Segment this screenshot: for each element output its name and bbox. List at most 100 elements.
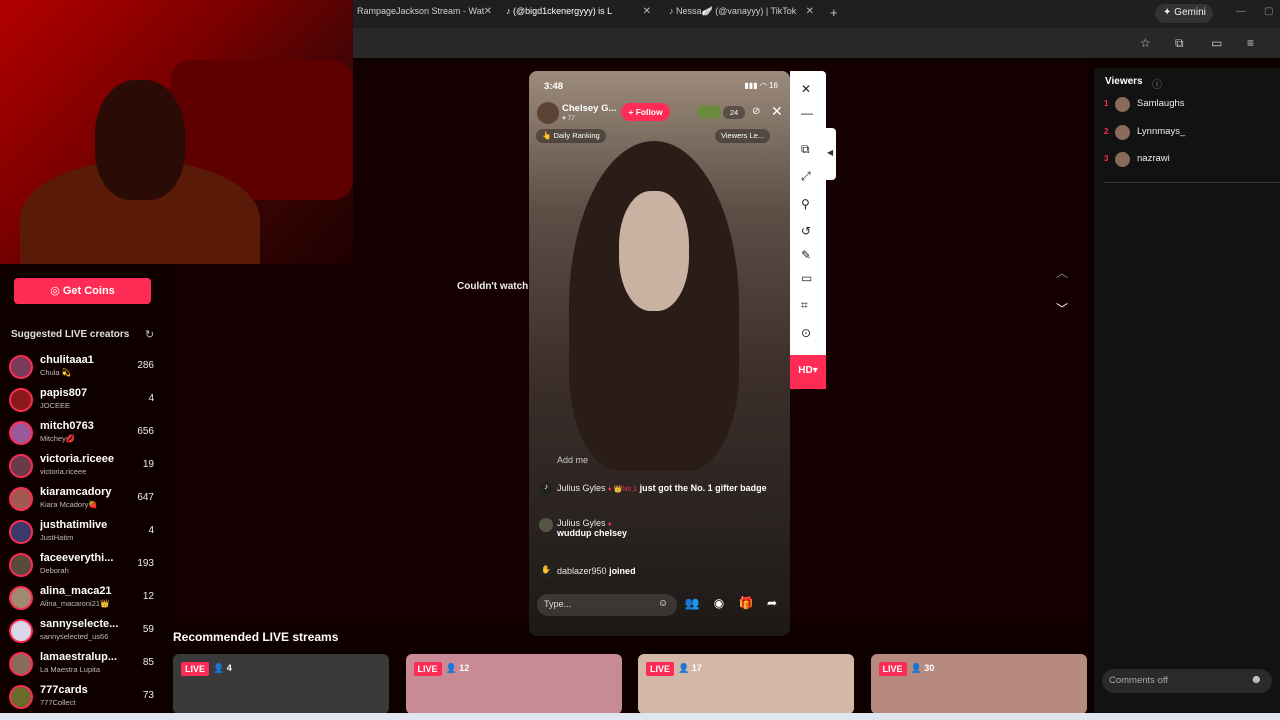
phone-time: 3:48	[544, 81, 564, 92]
pen-icon[interactable]: ✎	[801, 248, 811, 262]
chat-add-me: Add me	[557, 455, 589, 465]
extensions-icon[interactable]: ⧉	[1175, 36, 1184, 51]
tab-tiktok-live[interactable]: ♪ (@bigd1ckenergyyy) is L ✕	[506, 6, 651, 24]
creator-name: justhatimlive	[40, 519, 108, 531]
tiktok-icon: ♪	[539, 482, 553, 496]
suggested-creator[interactable]: mitch0763 Mitchey💋 656	[9, 419, 159, 449]
host-name[interactable]: Chelsey G...	[562, 103, 616, 114]
creator-subtitle: Chula 💫	[40, 368, 72, 377]
host-avatar[interactable]	[537, 102, 559, 124]
phone-status: ▮▮▮ ◠ 16	[744, 81, 778, 90]
top-viewers-avatars[interactable]	[697, 105, 725, 119]
gifter-badge: ♦	[608, 521, 612, 528]
recommended-stream-card[interactable]: LIVE 👤 12	[405, 654, 622, 714]
pip-icon[interactable]: ⧉	[801, 142, 810, 157]
minimize-icon[interactable]: —	[1236, 6, 1246, 17]
help-icon[interactable]: ⓘ	[1152, 76, 1162, 91]
chat-input[interactable]: Type...	[537, 594, 677, 616]
chevron-up-icon[interactable]: ︿	[1056, 264, 1068, 281]
wave-icon: ✋	[539, 565, 553, 579]
suggested-creator[interactable]: chulitaaa1 Chula 💫 286	[9, 353, 159, 383]
chevron-down-icon[interactable]: ﹀	[1056, 300, 1068, 317]
suggested-creator[interactable]: victoria.riceee victoria.riceee 19	[9, 452, 159, 482]
get-coins-label: Get Coins	[62, 285, 115, 297]
close-icon[interactable]: ✕	[771, 103, 783, 120]
creator-viewer-count: 4	[148, 393, 154, 404]
emoji-icon[interactable]: ☺	[658, 598, 668, 609]
recommended-stream-card[interactable]: LIVE 👤 4	[173, 654, 389, 714]
suggested-creator[interactable]: justhatimlive JustHatim 4	[9, 518, 159, 548]
tiktok-icon: ♪	[506, 6, 514, 16]
gemini-button[interactable]: ✦ Gemini	[1155, 4, 1213, 23]
live-badge: LIVE	[646, 662, 675, 676]
share-icon[interactable]: ➦	[763, 596, 781, 614]
creator-viewer-count: 193	[137, 558, 154, 569]
star-icon[interactable]: ☆	[1140, 36, 1151, 50]
sidepanel-icon[interactable]: ▭	[1211, 36, 1222, 50]
viewers-leaderboard-badge[interactable]: Viewers Le...	[715, 129, 771, 143]
creator-avatar	[9, 388, 33, 412]
close-icon[interactable]: ✕	[801, 82, 811, 96]
tab-rampagejackson[interactable]: RampageJackson Stream - Wat ✕	[357, 6, 492, 24]
suggested-creator[interactable]: alina_maca21 Alina_macaroni21👑 12	[9, 584, 159, 614]
host-likes: ♥ 77	[562, 115, 575, 122]
battery-level: 16	[769, 81, 778, 90]
hd-button[interactable]: HD▾	[790, 355, 826, 389]
collapse-handle[interactable]: ◀	[824, 128, 836, 180]
coin-gift-icon[interactable]: ◉	[710, 596, 728, 614]
creator-subtitle: Deborah	[40, 566, 69, 575]
suggested-creator[interactable]: sannyselecte... sannyselected_us66 59	[9, 617, 159, 647]
chat-text: wuddup chelsey	[557, 528, 628, 538]
expand-icon[interactable]: ⤢	[801, 169, 811, 184]
daily-ranking-badge[interactable]: 👆 Daily Ranking	[536, 129, 606, 143]
live-badge: LIVE	[878, 662, 907, 676]
viewer-name: nazrawi	[1137, 153, 1170, 164]
get-coins-button[interactable]: ◎ Get Coins	[14, 278, 151, 304]
chat-user: Julius Gyles	[557, 483, 606, 493]
close-icon[interactable]: ✕	[643, 6, 651, 17]
suggested-creator[interactable]: faceeverythi... Deborah 193	[9, 551, 159, 581]
gift-icon[interactable]: 🎁	[737, 596, 755, 614]
creator-name: 777cards	[40, 684, 88, 696]
follow-button[interactable]: + Follow	[621, 103, 670, 121]
refresh-icon[interactable]: ↻	[145, 328, 154, 341]
creator-subtitle: JOCEEE	[40, 401, 71, 410]
crop-icon[interactable]: ⌗	[801, 298, 808, 313]
emoji-icon[interactable]: ☻	[1250, 672, 1263, 686]
suggested-creator[interactable]: lamaestralup... La Maestra Lupita 85	[9, 650, 159, 680]
chat-user: dablazer950	[557, 566, 607, 576]
new-tab-button[interactable]: +	[830, 5, 838, 20]
recommended-stream-card[interactable]: LIVE 👤 30	[870, 654, 1087, 714]
chat-message: Julius Gyles ♦ 👑No.1 just got the No. 1 …	[557, 483, 767, 493]
maximize-icon[interactable]: ▢	[1264, 6, 1273, 17]
tab-nessa[interactable]: ♪ Nessa🪽 (@vanayyy) | TikTok ✕	[669, 6, 814, 24]
close-icon[interactable]: ✕	[806, 6, 814, 17]
suggested-creator[interactable]: 777cards 777Collect 73	[9, 683, 159, 713]
recommended-stream-card[interactable]: LIVE 👤 17	[638, 654, 854, 714]
viewer-name: Samlaughs	[1137, 98, 1185, 109]
rotate-icon[interactable]: ↺	[801, 224, 811, 238]
divider	[1104, 182, 1280, 183]
viewer-rank: 1	[1104, 99, 1109, 108]
viewer-avatar	[1115, 97, 1130, 112]
suggested-creator[interactable]: papis807 JOCEEE 4	[9, 386, 159, 416]
target-icon[interactable]: ⊙	[801, 326, 811, 340]
creator-subtitle: JustHatim	[40, 533, 74, 542]
suggested-creator[interactable]: kiaramcadory Kiara Mcadory🍓 647	[9, 485, 159, 515]
comments-input[interactable]: Comments off	[1102, 669, 1272, 693]
viewers-title: Viewers	[1105, 76, 1143, 87]
frame-icon[interactable]: ▭	[801, 271, 812, 285]
viewer-rank: 2	[1104, 126, 1109, 136]
close-icon[interactable]: ✕	[484, 6, 492, 17]
creator-name: papis807	[40, 387, 88, 399]
live-stream-phone[interactable]: 3:48 ▮▮▮ ◠ 16 Chelsey G... ♥ 77 + Follow…	[529, 71, 790, 636]
creator-name: chulitaaa1	[40, 354, 94, 366]
creator-avatar	[9, 421, 33, 445]
viewer-rank: 3	[1104, 154, 1109, 163]
pin-icon[interactable]: ⚲	[801, 197, 810, 211]
viewer-count[interactable]: 24	[723, 106, 745, 119]
media-icon[interactable]: ≡	[1247, 36, 1254, 50]
more-icon[interactable]: ⊘	[752, 106, 760, 117]
minimize-icon[interactable]: —	[801, 106, 813, 120]
people-icon[interactable]: 👥	[683, 596, 701, 614]
